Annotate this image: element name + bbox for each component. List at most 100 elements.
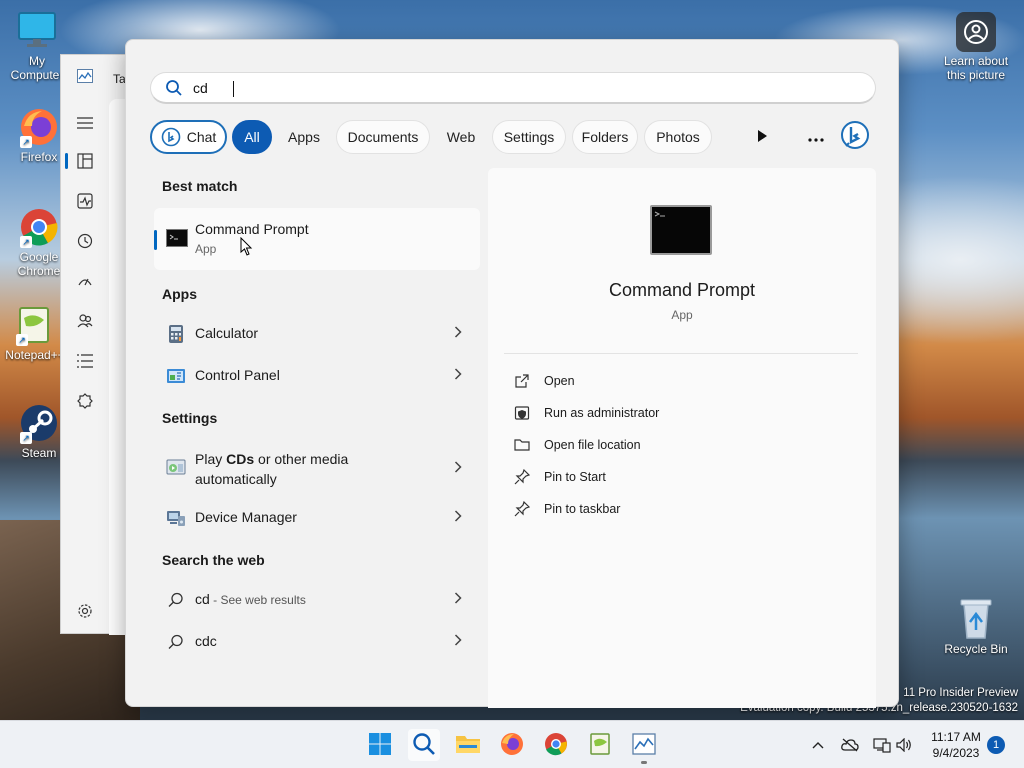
action-label: Pin to Start bbox=[544, 470, 606, 484]
chevron-right-icon bbox=[454, 325, 462, 341]
camera-info-icon bbox=[956, 12, 996, 52]
result-control-panel[interactable]: Control Panel bbox=[152, 356, 480, 396]
processes-icon[interactable] bbox=[75, 151, 95, 171]
filter-chat[interactable]: Chat bbox=[150, 120, 227, 154]
shortcut-arrow-icon: ↗ bbox=[20, 432, 32, 444]
firefox-icon: ↗ bbox=[18, 106, 60, 148]
services-icon[interactable] bbox=[75, 391, 95, 411]
best-match-type: App bbox=[195, 242, 217, 256]
more-options-button[interactable] bbox=[802, 120, 830, 154]
system-clock[interactable]: 11:17 AM 9/4/2023 bbox=[924, 729, 988, 761]
result-label: Play CDs or other media automatically bbox=[195, 449, 348, 489]
start-button[interactable] bbox=[364, 729, 396, 761]
filter-settings[interactable]: Settings bbox=[492, 120, 566, 154]
result-calculator[interactable]: Calculator bbox=[152, 314, 480, 354]
folder-icon bbox=[455, 733, 481, 758]
show-hidden-icons-chevron[interactable] bbox=[808, 735, 828, 755]
best-match-heading: Best match bbox=[162, 178, 238, 194]
action-label: Open file location bbox=[544, 438, 641, 452]
result-label: cd - See web results bbox=[195, 591, 306, 607]
action-open-file-location[interactable]: Open file location bbox=[512, 435, 832, 457]
filter-label: Documents bbox=[347, 129, 419, 145]
action-pin-to-taskbar[interactable]: Pin to taskbar bbox=[512, 499, 832, 521]
desktop-icon-recycle-bin[interactable]: Recycle Bin bbox=[940, 596, 1012, 656]
result-label-match: CDs bbox=[226, 451, 255, 467]
notepadpp-icon bbox=[588, 732, 612, 759]
preview-divider bbox=[504, 353, 858, 354]
taskbar-notepadpp[interactable] bbox=[584, 729, 616, 761]
command-prompt-icon bbox=[166, 229, 188, 247]
open-external-icon bbox=[514, 373, 530, 389]
taskbar-task-manager[interactable] bbox=[628, 729, 660, 761]
filter-photos[interactable]: Photos bbox=[644, 120, 712, 154]
search-box[interactable] bbox=[150, 72, 876, 104]
filter-label: Web bbox=[446, 129, 476, 145]
filter-folders[interactable]: Folders bbox=[572, 120, 638, 154]
result-autoplay[interactable]: Play CDs or other media automatically bbox=[152, 438, 480, 498]
shortcut-arrow-icon: ↗ bbox=[16, 334, 28, 346]
chevron-right-icon bbox=[454, 633, 462, 649]
preview-subtitle: App bbox=[671, 308, 693, 322]
play-arrow-icon bbox=[757, 129, 767, 145]
chevron-right-icon bbox=[454, 509, 462, 525]
best-match-result[interactable]: Command Prompt App bbox=[154, 208, 480, 270]
search-filters: Chat All Apps Documents Web Settings Fol… bbox=[150, 120, 880, 154]
result-label: Control Panel bbox=[195, 367, 280, 383]
mouse-cursor-icon bbox=[240, 236, 254, 260]
web-hint: - See web results bbox=[209, 593, 306, 607]
cloud-offline-icon[interactable] bbox=[840, 735, 860, 755]
search-panel[interactable]: Chat All Apps Documents Web Settings Fol… bbox=[125, 39, 899, 708]
taskbar-search-button[interactable] bbox=[408, 729, 440, 761]
filter-all[interactable]: All bbox=[232, 120, 272, 154]
filter-label: Apps bbox=[288, 129, 320, 145]
nav-selection-indicator bbox=[65, 153, 68, 169]
chevron-right-icon bbox=[454, 460, 462, 476]
history-icon[interactable] bbox=[75, 231, 95, 251]
performance-icon[interactable] bbox=[75, 191, 95, 211]
result-label: Device Manager bbox=[195, 509, 297, 525]
action-open[interactable]: Open bbox=[512, 371, 832, 393]
task-manager-icon bbox=[632, 732, 656, 758]
bing-chat-icon bbox=[161, 127, 181, 147]
scroll-filters-right-button[interactable] bbox=[748, 120, 776, 154]
bing-button[interactable] bbox=[838, 120, 872, 154]
learn-about-picture[interactable]: Learn about this picture bbox=[940, 12, 1012, 82]
action-label: Open bbox=[544, 374, 575, 388]
chrome-icon bbox=[544, 732, 568, 759]
filter-apps[interactable]: Apps bbox=[278, 120, 330, 154]
device-manager-icon bbox=[166, 508, 186, 528]
hamburger-menu-icon[interactable] bbox=[75, 113, 95, 133]
filter-documents[interactable]: Documents bbox=[336, 120, 430, 154]
folder-icon bbox=[514, 437, 530, 453]
settings-gear-icon[interactable] bbox=[75, 601, 95, 621]
taskbar-file-explorer[interactable] bbox=[452, 729, 484, 761]
web-result-cdc[interactable]: cdc bbox=[152, 622, 480, 662]
notification-badge[interactable]: 1 bbox=[987, 736, 1005, 754]
apps-heading: Apps bbox=[162, 286, 197, 302]
filter-web[interactable]: Web bbox=[436, 120, 486, 154]
action-pin-to-start[interactable]: Pin to Start bbox=[512, 467, 832, 489]
chrome-icon: ↗ bbox=[18, 206, 60, 248]
action-run-as-admin[interactable]: Run as administrator bbox=[512, 403, 832, 425]
filter-label: All bbox=[244, 129, 260, 145]
network-icon[interactable] bbox=[872, 735, 892, 755]
pin-icon bbox=[514, 468, 531, 485]
volume-icon[interactable] bbox=[894, 735, 914, 755]
clock-time: 11:17 AM bbox=[931, 730, 981, 744]
taskbar-chrome[interactable] bbox=[540, 729, 572, 761]
pin-icon bbox=[514, 500, 531, 517]
preview-title: Command Prompt bbox=[608, 280, 756, 300]
users-icon[interactable] bbox=[75, 311, 95, 331]
startup-apps-icon[interactable] bbox=[75, 271, 95, 291]
web-result-cd[interactable]: cd - See web results bbox=[152, 580, 480, 620]
filter-label: Settings bbox=[503, 129, 555, 145]
result-device-manager[interactable]: Device Manager bbox=[152, 498, 480, 538]
action-label: Run as administrator bbox=[544, 406, 660, 420]
filter-label: Photos bbox=[656, 129, 700, 145]
taskbar: 11:17 AM 9/4/2023 1 bbox=[0, 720, 1024, 768]
details-icon[interactable] bbox=[75, 351, 95, 371]
taskbar-firefox[interactable] bbox=[496, 729, 528, 761]
control-panel-icon bbox=[166, 366, 186, 386]
best-match-name: Command Prompt bbox=[195, 221, 309, 237]
search-input[interactable] bbox=[193, 78, 853, 98]
